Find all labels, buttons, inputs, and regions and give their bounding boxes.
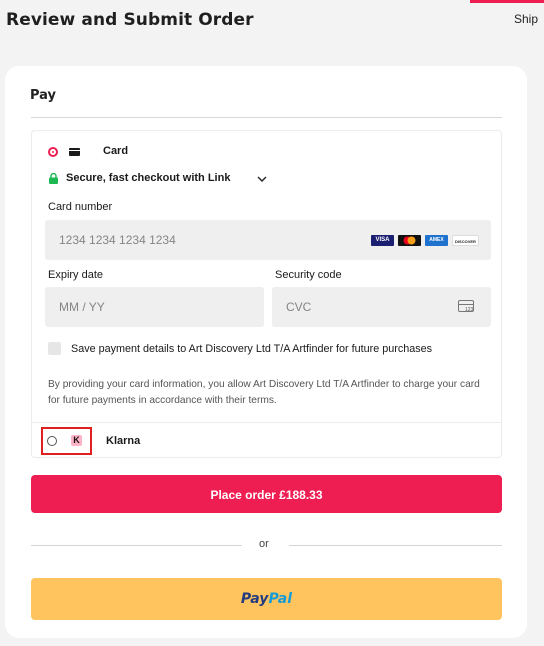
card-number-field[interactable]: VISA AMEX DISCOVER bbox=[45, 220, 491, 260]
amex-logo: AMEX bbox=[425, 235, 448, 246]
mastercard-logo bbox=[398, 235, 421, 246]
lock-icon bbox=[49, 173, 58, 184]
card-option-label[interactable]: Card bbox=[103, 145, 128, 157]
card-number-label: Card number bbox=[48, 201, 113, 213]
page-title: Review and Submit Order bbox=[6, 10, 254, 30]
ship-link[interactable]: Ship bbox=[514, 12, 538, 26]
or-divider-left bbox=[31, 545, 242, 546]
pay-card: Pay Card Secure, fast checkout with Link… bbox=[5, 66, 527, 638]
credit-card-icon bbox=[69, 148, 80, 156]
paypal-logo-pal: Pal bbox=[268, 591, 293, 607]
link-checkout-label[interactable]: Secure, fast checkout with Link bbox=[66, 172, 230, 184]
klarna-logo-icon: K bbox=[71, 435, 82, 446]
cvc-icon-number: 123 bbox=[465, 307, 474, 313]
klarna-radio[interactable] bbox=[47, 436, 57, 446]
or-divider-text: or bbox=[259, 538, 269, 550]
pay-divider bbox=[31, 117, 502, 118]
expiry-date-label: Expiry date bbox=[48, 269, 104, 281]
card-disclaimer: By providing your card information, you … bbox=[48, 379, 480, 406]
or-divider-right bbox=[289, 545, 502, 546]
paypal-button[interactable]: PayPal bbox=[31, 578, 502, 620]
chevron-down-icon[interactable] bbox=[257, 176, 267, 183]
discover-logo: DISCOVER bbox=[452, 235, 479, 246]
pay-heading: Pay bbox=[30, 88, 57, 103]
expiry-date-field[interactable] bbox=[45, 287, 264, 327]
card-brand-logos: VISA AMEX DISCOVER bbox=[371, 235, 479, 246]
klarna-option[interactable]: K Klarna bbox=[32, 422, 501, 459]
paypal-logo-pay: Pay bbox=[240, 591, 269, 607]
save-details-checkbox[interactable] bbox=[48, 342, 61, 355]
place-order-button[interactable]: Place order £188.33 bbox=[31, 475, 502, 513]
payment-methods: Card Secure, fast checkout with Link Car… bbox=[31, 130, 502, 458]
visa-logo: VISA bbox=[371, 235, 394, 246]
ship-tab-accent bbox=[470, 0, 544, 3]
save-details-label[interactable]: Save payment details to Art Discovery Lt… bbox=[71, 343, 432, 355]
klarna-label[interactable]: Klarna bbox=[106, 435, 140, 447]
security-code-label: Security code bbox=[275, 269, 342, 281]
expiry-date-input[interactable] bbox=[45, 287, 264, 327]
security-code-field[interactable]: 123 bbox=[272, 287, 491, 327]
card-radio[interactable] bbox=[48, 147, 58, 157]
